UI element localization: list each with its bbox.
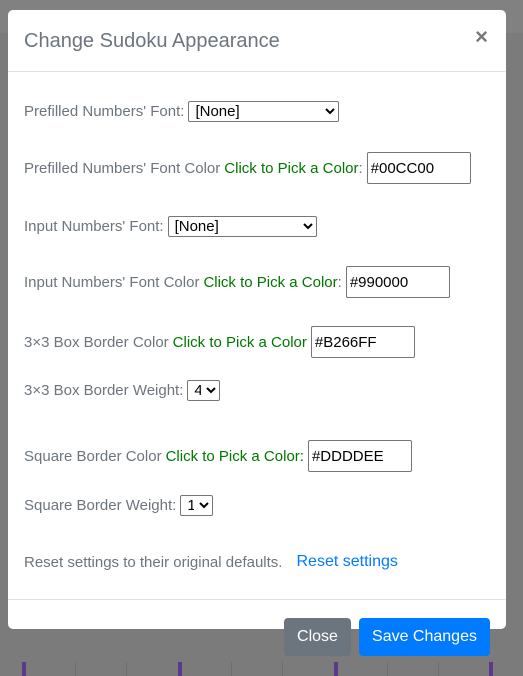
- reset-row: Reset settings to their original default…: [24, 553, 398, 571]
- input-color-separator: :: [337, 273, 342, 291]
- appearance-modal: Change Sudoku Appearance × Prefilled Num…: [8, 10, 506, 656]
- square-weight-label: Square Border Weight:: [24, 497, 177, 514]
- box-color-pick-link[interactable]: Click to Pick a Color: [173, 334, 307, 351]
- close-button[interactable]: Close: [284, 618, 351, 656]
- box-color-input[interactable]: [310, 326, 415, 358]
- modal-header: Change Sudoku Appearance ×: [8, 10, 506, 72]
- modal-title: Change Sudoku Appearance: [24, 30, 280, 52]
- input-font-label: Input Numbers' Font:: [24, 218, 164, 235]
- box-color-row: 3×3 Box Border Color Click to Pick a Col…: [24, 326, 415, 358]
- square-color-pick-link[interactable]: Click to Pick a Color:: [166, 448, 304, 465]
- input-color-row: Input Numbers' Font Color Click to Pick …: [24, 266, 450, 298]
- save-changes-button[interactable]: Save Changes: [359, 618, 490, 656]
- modal-body: Prefilled Numbers' Font: [None] Prefille…: [8, 72, 506, 600]
- reset-settings-link[interactable]: Reset settings: [296, 553, 397, 571]
- input-font-row: Input Numbers' Font: [None]: [24, 216, 317, 237]
- input-color-pick-link[interactable]: Click to Pick a Color: [203, 274, 337, 291]
- box-weight-row: 3×3 Box Border Weight: 4: [24, 380, 221, 401]
- prefilled-font-label: Prefilled Numbers' Font:: [24, 103, 185, 120]
- square-color-row: Square Border Color Click to Pick a Colo…: [24, 440, 412, 472]
- prefilled-font-select[interactable]: [None]: [188, 101, 340, 122]
- square-color-input[interactable]: [307, 440, 412, 472]
- box-weight-label: 3×3 Box Border Weight:: [24, 382, 184, 399]
- prefilled-color-row: Prefilled Numbers' Font Color Click to P…: [24, 152, 471, 184]
- prefilled-color-input[interactable]: [366, 152, 471, 184]
- close-icon[interactable]: ×: [475, 26, 488, 48]
- sudoku-grid-background: [0, 662, 523, 676]
- prefilled-color-pick-link[interactable]: Click to Pick a Color: [224, 160, 358, 177]
- input-color-label: Input Numbers' Font Color: [24, 273, 200, 291]
- input-color-input[interactable]: [345, 266, 450, 298]
- prefilled-color-label: Prefilled Numbers' Font Color: [24, 159, 221, 177]
- square-color-label: Square Border Color: [24, 447, 162, 465]
- box-color-label: 3×3 Box Border Color: [24, 333, 169, 351]
- square-weight-select[interactable]: 1: [180, 495, 214, 516]
- prefilled-color-separator: :: [358, 159, 363, 177]
- reset-description: Reset settings to their original default…: [24, 553, 283, 571]
- box-weight-select[interactable]: 4: [187, 380, 221, 401]
- prefilled-font-row: Prefilled Numbers' Font: [None]: [24, 101, 340, 122]
- input-font-select[interactable]: [None]: [167, 216, 317, 237]
- square-weight-row: Square Border Weight: 1: [24, 495, 214, 516]
- modal-footer: Close Save Changes: [8, 600, 506, 656]
